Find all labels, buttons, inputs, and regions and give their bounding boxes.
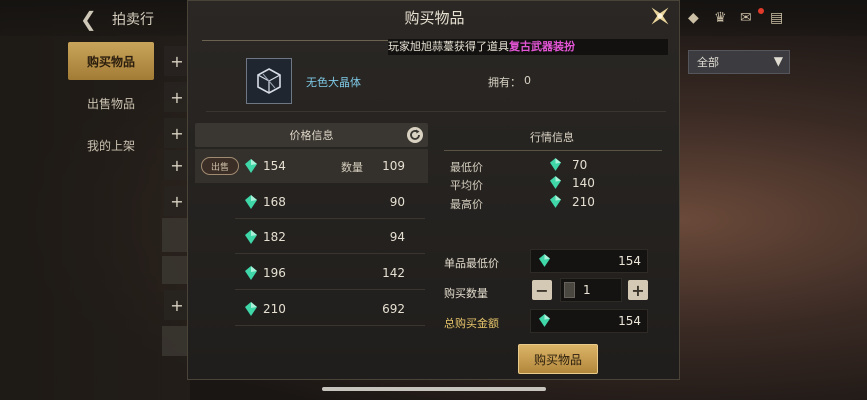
- sell-badge: 出售: [201, 157, 239, 175]
- tab-sell-items[interactable]: 出售物品: [68, 84, 154, 122]
- total-amount-value: 154: [618, 314, 641, 328]
- diamond-icon: ◆: [688, 10, 699, 26]
- gem-icon: [550, 176, 561, 189]
- highest-price-value: 210: [572, 195, 595, 209]
- total-amount-field: 154: [530, 309, 648, 333]
- gem-icon: [245, 230, 257, 244]
- qty-value: 90: [389, 195, 405, 209]
- gem-icon: [245, 266, 257, 280]
- gem-icon: [539, 254, 550, 267]
- gem-icon: [550, 195, 561, 208]
- gem-icon: [245, 302, 257, 316]
- calculator-icon[interactable]: [564, 282, 575, 298]
- category-block[interactable]: [162, 326, 190, 356]
- increase-quantity-button[interactable]: +: [628, 280, 648, 300]
- quantity-input[interactable]: 1: [560, 278, 622, 302]
- price-value: 154: [263, 159, 286, 173]
- row-divider: [235, 289, 425, 290]
- price-value: 168: [263, 195, 286, 209]
- market-info-header: 行情信息: [530, 131, 574, 144]
- unit-price-field: 154: [530, 249, 648, 273]
- gem-icon: [245, 159, 257, 173]
- tab-my-listings[interactable]: 我的上架: [68, 126, 154, 164]
- crystal-cube-icon: [257, 68, 281, 94]
- quantity-label: 购买数量: [444, 287, 488, 300]
- unit-price-label: 单品最低价: [444, 257, 499, 270]
- purchase-dialog: 购买物品 玩家旭旭蒜薹获得了道具复古武器装扮 无色大晶体 拥有： 0 价格信息 …: [187, 0, 680, 380]
- row-divider: [235, 253, 425, 254]
- quantity-value: 1: [583, 283, 591, 297]
- notification-dot: [758, 8, 764, 14]
- price-row[interactable]: 182 94: [195, 220, 428, 254]
- price-row[interactable]: 出售 154 数量 109: [195, 149, 428, 183]
- price-value: 182: [263, 230, 286, 244]
- market-divider: [444, 150, 662, 151]
- chat-icon[interactable]: ▤: [770, 10, 783, 26]
- crystal-item-icon[interactable]: [246, 58, 292, 104]
- broadcast-text: 玩家旭旭蒜薹获得了道具: [388, 40, 509, 53]
- gem-icon: [245, 195, 257, 209]
- lowest-price-label: 最低价: [450, 161, 483, 174]
- screen-title: 拍卖行: [112, 12, 154, 28]
- price-info-header: 价格信息: [195, 123, 428, 147]
- filter-value: 全部: [697, 56, 719, 69]
- price-row[interactable]: 210 692: [195, 292, 428, 326]
- gem-icon: [539, 314, 550, 327]
- average-price-label: 平均价: [450, 179, 483, 192]
- divider: [206, 111, 666, 112]
- price-row[interactable]: 168 90: [195, 185, 428, 219]
- decrease-quantity-button[interactable]: −: [532, 280, 552, 300]
- system-broadcast: 玩家旭旭蒜薹获得了道具复古武器装扮: [388, 39, 668, 55]
- price-row[interactable]: 196 142: [195, 256, 428, 290]
- row-divider: [235, 218, 425, 219]
- price-value: 196: [263, 266, 286, 280]
- qty-value: 142: [382, 266, 405, 280]
- total-amount-label: 总购买金额: [444, 317, 499, 330]
- back-arrow-icon[interactable]: ❮: [80, 7, 97, 31]
- qty-value: 692: [382, 302, 405, 316]
- crown-icon[interactable]: ♛: [714, 10, 727, 26]
- qty-value: 109: [382, 159, 405, 173]
- tab-buy-items[interactable]: 购买物品: [68, 42, 154, 80]
- refresh-icon[interactable]: [406, 126, 424, 144]
- filter-dropdown[interactable]: 全部 ▼: [688, 50, 790, 74]
- category-block[interactable]: [162, 218, 190, 252]
- broadcast-item-name: 复古武器装扮: [509, 40, 575, 53]
- buy-button[interactable]: 购买物品: [518, 344, 598, 374]
- category-block[interactable]: [162, 256, 190, 284]
- unit-price-value: 154: [618, 254, 641, 268]
- price-value: 210: [263, 302, 286, 316]
- highest-price-label: 最高价: [450, 198, 483, 211]
- gem-icon: [550, 158, 561, 171]
- owned-label: 拥有：: [488, 76, 521, 89]
- qty-value: 94: [389, 230, 405, 244]
- row-divider: [235, 325, 425, 326]
- mail-icon[interactable]: ✉: [740, 10, 752, 26]
- dropdown-arrow-icon: ▼: [773, 54, 783, 68]
- average-price-value: 140: [572, 176, 595, 190]
- item-name: 无色大晶体: [306, 76, 361, 89]
- lowest-price-value: 70: [572, 158, 588, 172]
- dialog-title: 购买物品: [404, 9, 465, 27]
- owned-value: 0: [524, 74, 531, 87]
- close-icon[interactable]: [647, 3, 673, 29]
- home-indicator[interactable]: [322, 387, 546, 391]
